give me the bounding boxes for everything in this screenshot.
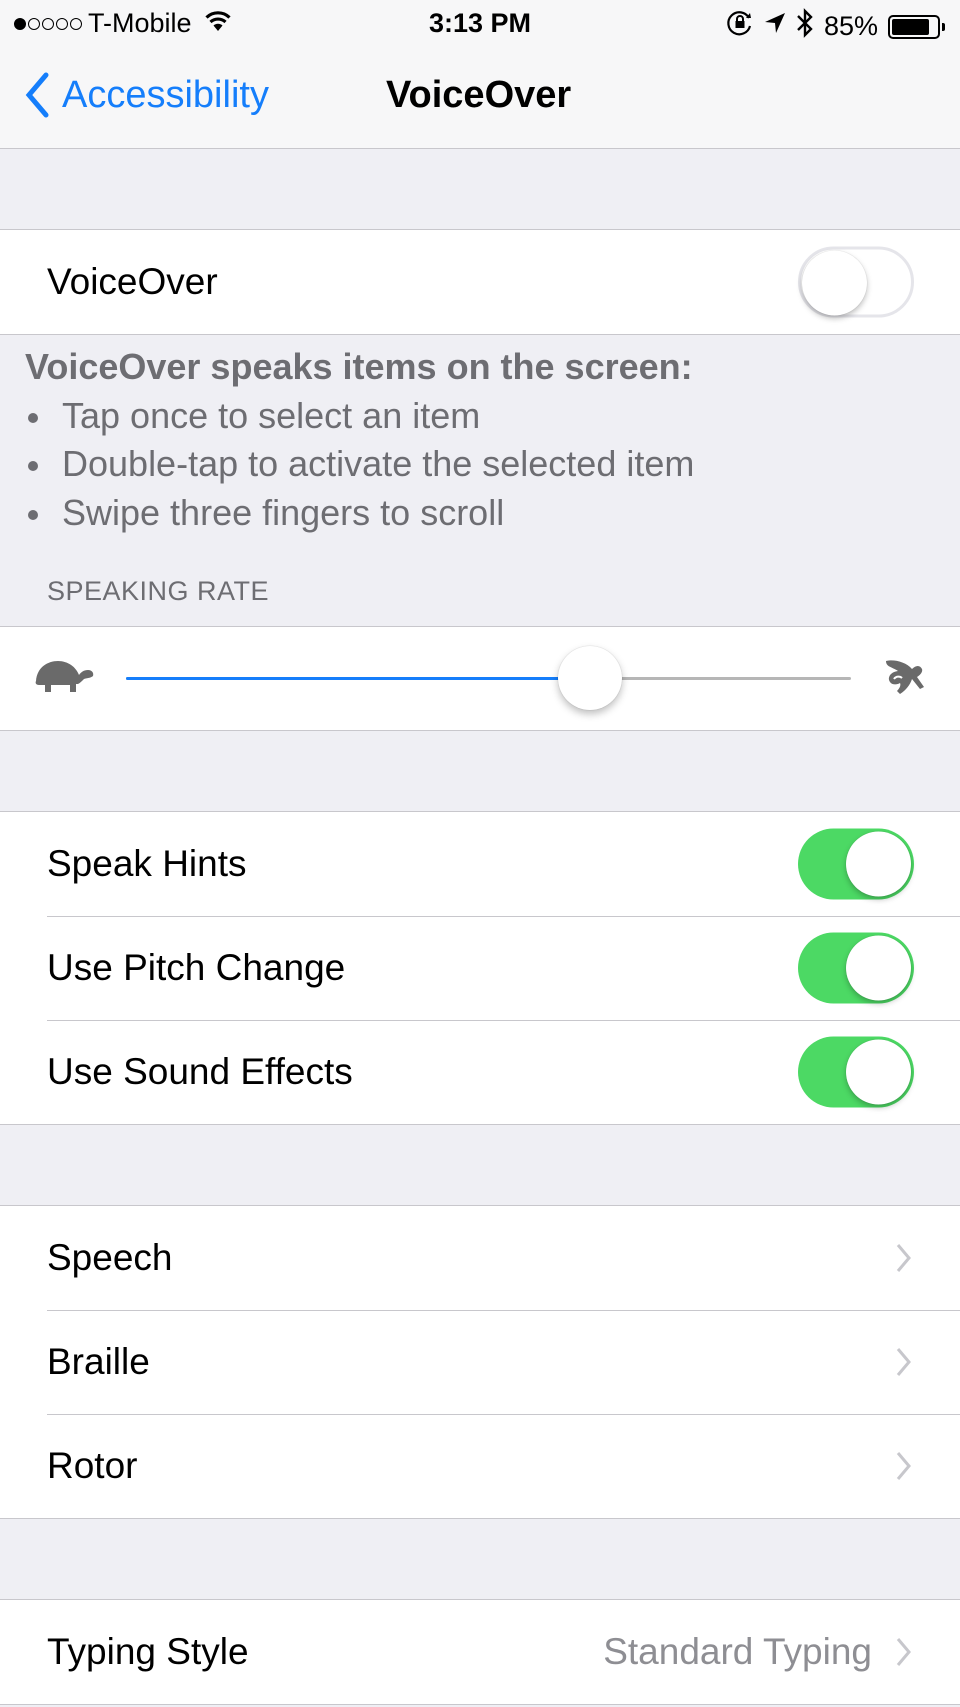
use-sound-effects-label: Use Sound Effects [47,1051,353,1092]
use-pitch-change-switch[interactable] [798,932,914,1004]
chevron-right-icon [896,1638,911,1666]
battery-icon [888,14,945,39]
settings-links-group: Speech Braille Rotor [0,1205,960,1519]
bluetooth-icon [796,8,814,45]
status-bar: T-Mobile 3:13 PM 85% [0,0,960,48]
braille-row[interactable]: Braille [0,1310,960,1414]
description-bullet: Double-tap to activate the selected item [25,440,694,489]
speak-hints-row: Speak Hints [0,812,960,916]
description-title: VoiceOver speaks items on the screen: [25,346,693,387]
use-pitch-change-row: Use Pitch Change [0,916,960,1020]
slider-fill [126,677,590,680]
orientation-lock-icon [726,9,754,44]
chevron-left-icon [25,72,49,118]
typing-style-label: Typing Style [47,1631,249,1672]
navigation-bar: Accessibility VoiceOver [0,48,960,149]
typing-style-row[interactable]: Typing Style Standard Typing [0,1600,960,1704]
page-title: VoiceOver [386,74,572,116]
use-sound-effects-switch[interactable] [798,1036,914,1108]
speaking-rate-slider-row [0,627,960,730]
chevron-right-icon [896,1452,911,1480]
braille-label: Braille [47,1341,150,1382]
speak-hints-switch[interactable] [798,828,914,900]
speaking-rate-header: SPEAKING RATE [47,576,270,606]
typing-style-value: Standard Typing [603,1631,872,1672]
turtle-icon [34,659,96,704]
use-sound-effects-row: Use Sound Effects [0,1020,960,1124]
description-bullet: Swipe three fingers to scroll [25,489,694,538]
use-pitch-change-label: Use Pitch Change [47,947,346,988]
voiceover-switch[interactable] [798,246,914,318]
chevron-right-icon [896,1348,911,1376]
voiceover-row: VoiceOver [0,230,960,334]
speech-row[interactable]: Speech [0,1206,960,1310]
battery-percent: 85% [823,11,878,41]
typing-style-group: Typing Style Standard Typing [0,1599,960,1705]
speak-hints-label: Speak Hints [47,843,247,884]
rotor-row[interactable]: Rotor [0,1414,960,1518]
options-group: Speak Hints Use Pitch Change Use Sound E… [0,811,960,1125]
speech-label: Speech [47,1237,173,1278]
chevron-right-icon [896,1244,911,1272]
rabbit-icon [880,657,928,704]
voiceover-label: VoiceOver [47,261,218,302]
voiceover-group: VoiceOver [0,229,960,335]
back-button[interactable]: Accessibility [24,72,269,118]
description-bullet: Tap once to select an item [25,392,694,441]
speaking-rate-group [0,626,960,731]
speaking-rate-slider[interactable] [126,646,851,710]
rotor-label: Rotor [47,1445,138,1486]
location-arrow-icon [764,11,786,42]
back-label: Accessibility [62,73,269,116]
slider-thumb[interactable] [558,646,622,710]
voiceover-description: VoiceOver speaks items on the screen: Ta… [25,343,694,537]
